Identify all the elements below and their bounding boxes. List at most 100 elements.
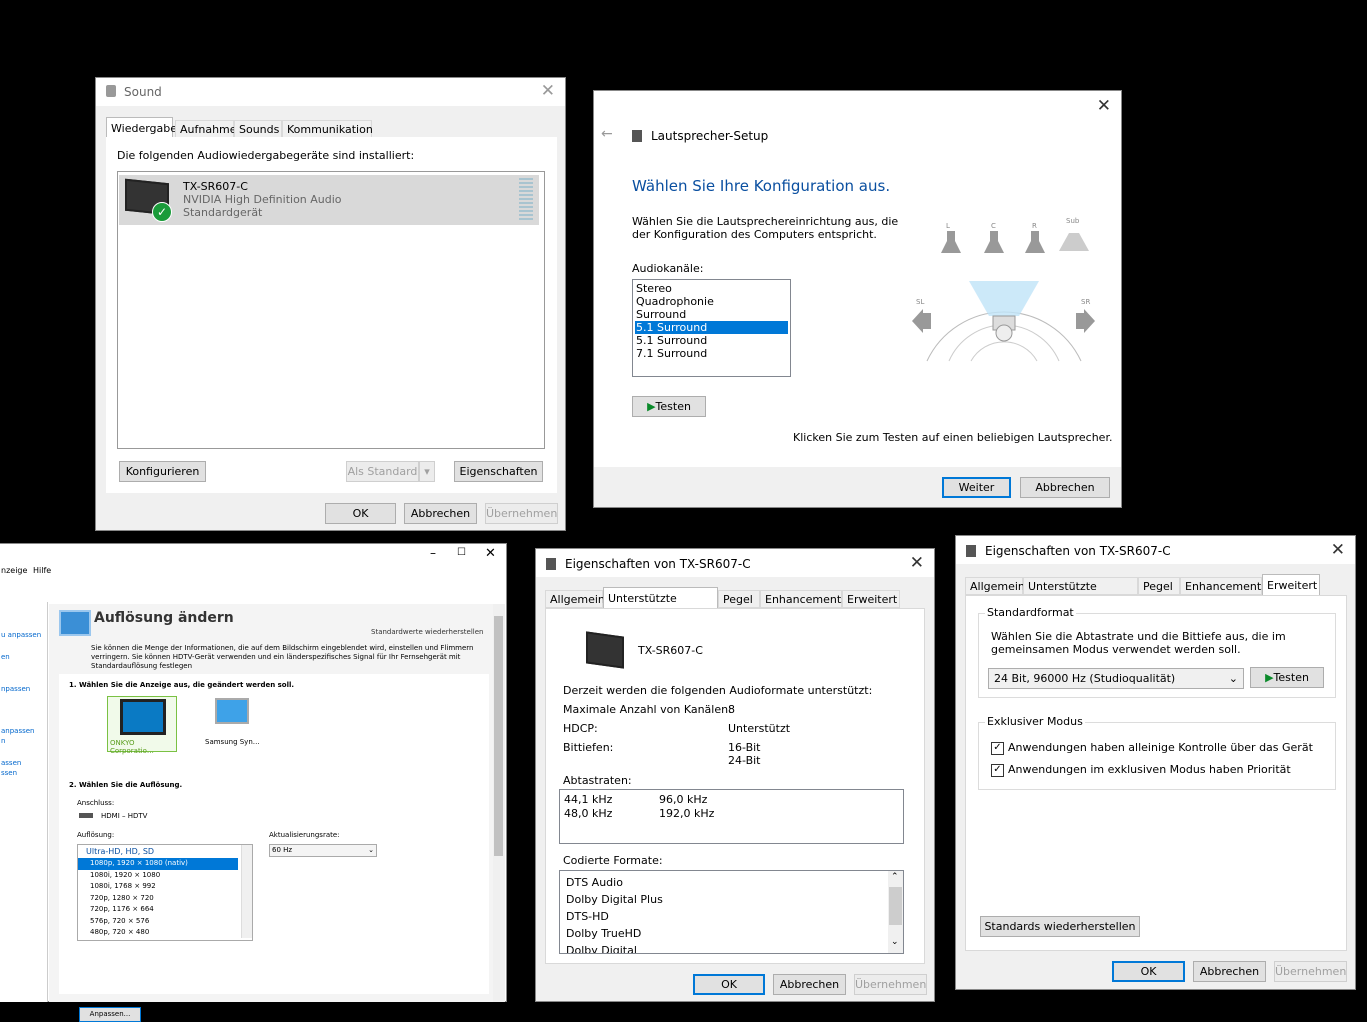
sidebar-item[interactable]: anpassen xyxy=(1,727,35,735)
tab-unterstuetzte-formate[interactable]: Unterstützte Formate xyxy=(603,587,718,627)
resolution-item[interactable]: 1080p, 1920 × 1080 (nativ) xyxy=(78,858,238,870)
cancel-button[interactable]: Abbrechen xyxy=(1193,961,1266,982)
refresh-value: 60 Hz xyxy=(272,846,293,854)
tab-allgemein[interactable]: Allgemein xyxy=(545,590,605,608)
set-default-button[interactable]: Als Standard xyxy=(346,461,419,482)
tab-erweitert[interactable]: Erweitert xyxy=(842,590,900,608)
close-icon[interactable]: ✕ xyxy=(541,81,555,101)
scroll-thumb[interactable] xyxy=(889,887,902,925)
sidebar-item[interactable]: ssen xyxy=(1,769,17,777)
sidebar-item[interactable]: npassen xyxy=(1,685,30,693)
cancel-button[interactable]: Abbrechen xyxy=(1020,477,1110,498)
coded-format-item[interactable]: Dolby Digital xyxy=(566,942,897,953)
close-icon[interactable]: ✕ xyxy=(1331,540,1345,560)
tab-unterstuetzte-formate[interactable]: Unterstützte Formate xyxy=(1023,577,1138,611)
scroll-thumb[interactable] xyxy=(494,616,503,856)
coded-format-item[interactable]: DTS-HD xyxy=(566,908,897,925)
speaker-label-l: L xyxy=(946,222,950,230)
ok-button[interactable]: OK xyxy=(1112,961,1185,982)
tab-wiedergabe[interactable]: Wiedergabe xyxy=(106,117,177,139)
chevron-up-icon[interactable]: ⌃ xyxy=(891,872,899,882)
checkbox-checked-icon[interactable]: ✓ xyxy=(991,763,1004,777)
resolution-list[interactable]: Ultra-HD, HD, SD 1080p, 1920 × 1080 (nat… xyxy=(77,844,253,941)
test-button[interactable]: ▶Testen xyxy=(1250,667,1324,688)
close-icon[interactable]: ✕ xyxy=(1097,96,1111,116)
step1-label: 1. Wählen Sie die Anzeige aus, die geänd… xyxy=(69,681,295,689)
tab-allgemein[interactable]: Allgemein xyxy=(965,577,1025,595)
coded-format-item[interactable]: Dolby TrueHD xyxy=(566,925,897,942)
menu-anzeige[interactable]: nzeige xyxy=(1,566,27,575)
restore-defaults-link[interactable]: Standardwerte wiederherstellen xyxy=(371,628,483,636)
cancel-button[interactable]: Abbrechen xyxy=(773,974,846,995)
maximize-icon[interactable]: ☐ xyxy=(457,547,466,558)
resolution-item[interactable]: 1080i, 1920 × 1080 xyxy=(78,870,238,882)
tab-sounds[interactable]: Sounds xyxy=(234,120,282,138)
tab-enhancements[interactable]: Enhancements xyxy=(760,590,847,608)
res-scrollbar[interactable] xyxy=(241,845,252,938)
sidebar-item[interactable]: u anpassen xyxy=(1,631,41,639)
display-1[interactable]: ONKYO Corporatio… xyxy=(107,696,177,755)
apply-button[interactable]: Übernehmen xyxy=(485,503,558,524)
minimize-icon[interactable]: – xyxy=(430,546,436,560)
resolution-label: Auflösung: xyxy=(77,831,115,839)
tab-pegel[interactable]: Pegel xyxy=(1138,577,1180,595)
channels-list[interactable]: Stereo Quadrophonie Surround 5.1 Surround 5.… xyxy=(632,279,791,377)
coded-scrollbar[interactable]: ⌃ ⌄ xyxy=(888,871,903,953)
display-2[interactable]: Samsung Syn… xyxy=(201,696,269,750)
speaker-diagram[interactable]: L C R Sub SL SR xyxy=(909,211,1099,366)
props1-title: Eigenschaften von TX-SR607-C xyxy=(565,557,751,571)
channel-item[interactable]: Stereo xyxy=(635,282,788,295)
format-select[interactable]: 24 Bit, 96000 Hz (Studioqualität) ⌄ xyxy=(988,668,1244,689)
main-scrollbar[interactable] xyxy=(493,604,505,1002)
rates-list[interactable]: 44,1 kHz 96,0 kHz 48,0 kHz 192,0 kHz xyxy=(559,789,904,844)
tab-enhancements[interactable]: Enhancements xyxy=(1180,577,1267,595)
sidebar-item[interactable]: en xyxy=(1,653,10,661)
tab-aufnahme[interactable]: Aufnahme xyxy=(175,120,237,138)
configure-button[interactable]: Konfigurieren xyxy=(119,461,206,482)
row-bitdepth-value-2: 24-Bit xyxy=(728,754,761,767)
chevron-down-icon[interactable]: ⌄ xyxy=(891,937,899,947)
channel-item[interactable]: 5.1 Surround xyxy=(635,321,788,334)
properties-button[interactable]: Eigenschaften xyxy=(454,461,543,482)
cancel-button[interactable]: Abbrechen xyxy=(404,503,477,524)
coded-format-item[interactable]: Dolby Digital Plus xyxy=(566,891,897,908)
channel-item[interactable]: 5.1 Surround xyxy=(635,334,788,347)
device-list: ✓ TX-SR607-C NVIDIA High Definition Audi… xyxy=(117,171,545,449)
sidebar-item[interactable]: n xyxy=(1,737,5,745)
back-arrow-icon[interactable]: ← xyxy=(601,126,613,142)
refresh-select[interactable]: 60 Hz ⌄ xyxy=(269,844,377,857)
menu-hilfe[interactable]: Hilfe xyxy=(33,566,51,575)
channel-item[interactable]: 7.1 Surround xyxy=(635,347,788,360)
resolution-item[interactable]: 576p, 720 × 576 xyxy=(78,916,238,928)
set-default-dropdown[interactable]: ▾ xyxy=(419,461,435,482)
resolution-item[interactable]: 720p, 1280 × 720 xyxy=(78,893,238,905)
channel-item[interactable]: Surround xyxy=(635,308,788,321)
coded-format-item[interactable]: DTS Audio xyxy=(566,874,897,891)
tab-erweitert[interactable]: Erweitert xyxy=(1262,574,1320,596)
resolution-item[interactable]: 1080i, 1768 × 992 xyxy=(78,881,238,893)
tab-pegel[interactable]: Pegel xyxy=(718,590,760,608)
sidebar-item[interactable]: assen xyxy=(1,759,21,767)
resolution-item[interactable]: 480p, 720 × 480 xyxy=(78,927,238,939)
resolution-item[interactable]: 720p, 1176 × 664 xyxy=(78,904,238,916)
properties-advanced-window: Eigenschaften von TX-SR607-C ✕ Allgemein… xyxy=(955,535,1356,990)
channel-item[interactable]: Quadrophonie xyxy=(635,295,788,308)
restore-defaults-button[interactable]: Standards wiederherstellen xyxy=(980,916,1140,937)
exclusive-option-1[interactable]: ✓ Anwendungen haben alleinige Kontrolle ü… xyxy=(991,741,1313,755)
test-button[interactable]: ▶Testen xyxy=(632,396,706,417)
exclusive-option-2[interactable]: ✓ Anwendungen im exklusiven Modus haben P… xyxy=(991,763,1291,777)
apply-button[interactable]: Übernehmen xyxy=(1274,961,1347,982)
apply-button[interactable]: Übernehmen xyxy=(854,974,927,995)
close-icon[interactable]: ✕ xyxy=(910,553,924,573)
next-button[interactable]: Weiter xyxy=(942,477,1011,498)
close-icon[interactable]: ✕ xyxy=(485,546,496,561)
customize-button[interactable]: Anpassen... xyxy=(79,1007,141,1022)
device-item[interactable]: ✓ TX-SR607-C NVIDIA High Definition Audi… xyxy=(119,175,539,225)
ok-button[interactable]: OK xyxy=(693,974,765,995)
play-icon: ▶ xyxy=(647,400,656,413)
step2-label: 2. Wählen Sie die Auflösung. xyxy=(69,781,183,789)
checkbox-checked-icon[interactable]: ✓ xyxy=(991,741,1004,755)
tab-kommunikation[interactable]: Kommunikation xyxy=(282,120,373,138)
ok-button[interactable]: OK xyxy=(325,503,396,524)
coded-list[interactable]: DTS Audio Dolby Digital Plus DTS-HD Dolby T… xyxy=(559,870,904,954)
